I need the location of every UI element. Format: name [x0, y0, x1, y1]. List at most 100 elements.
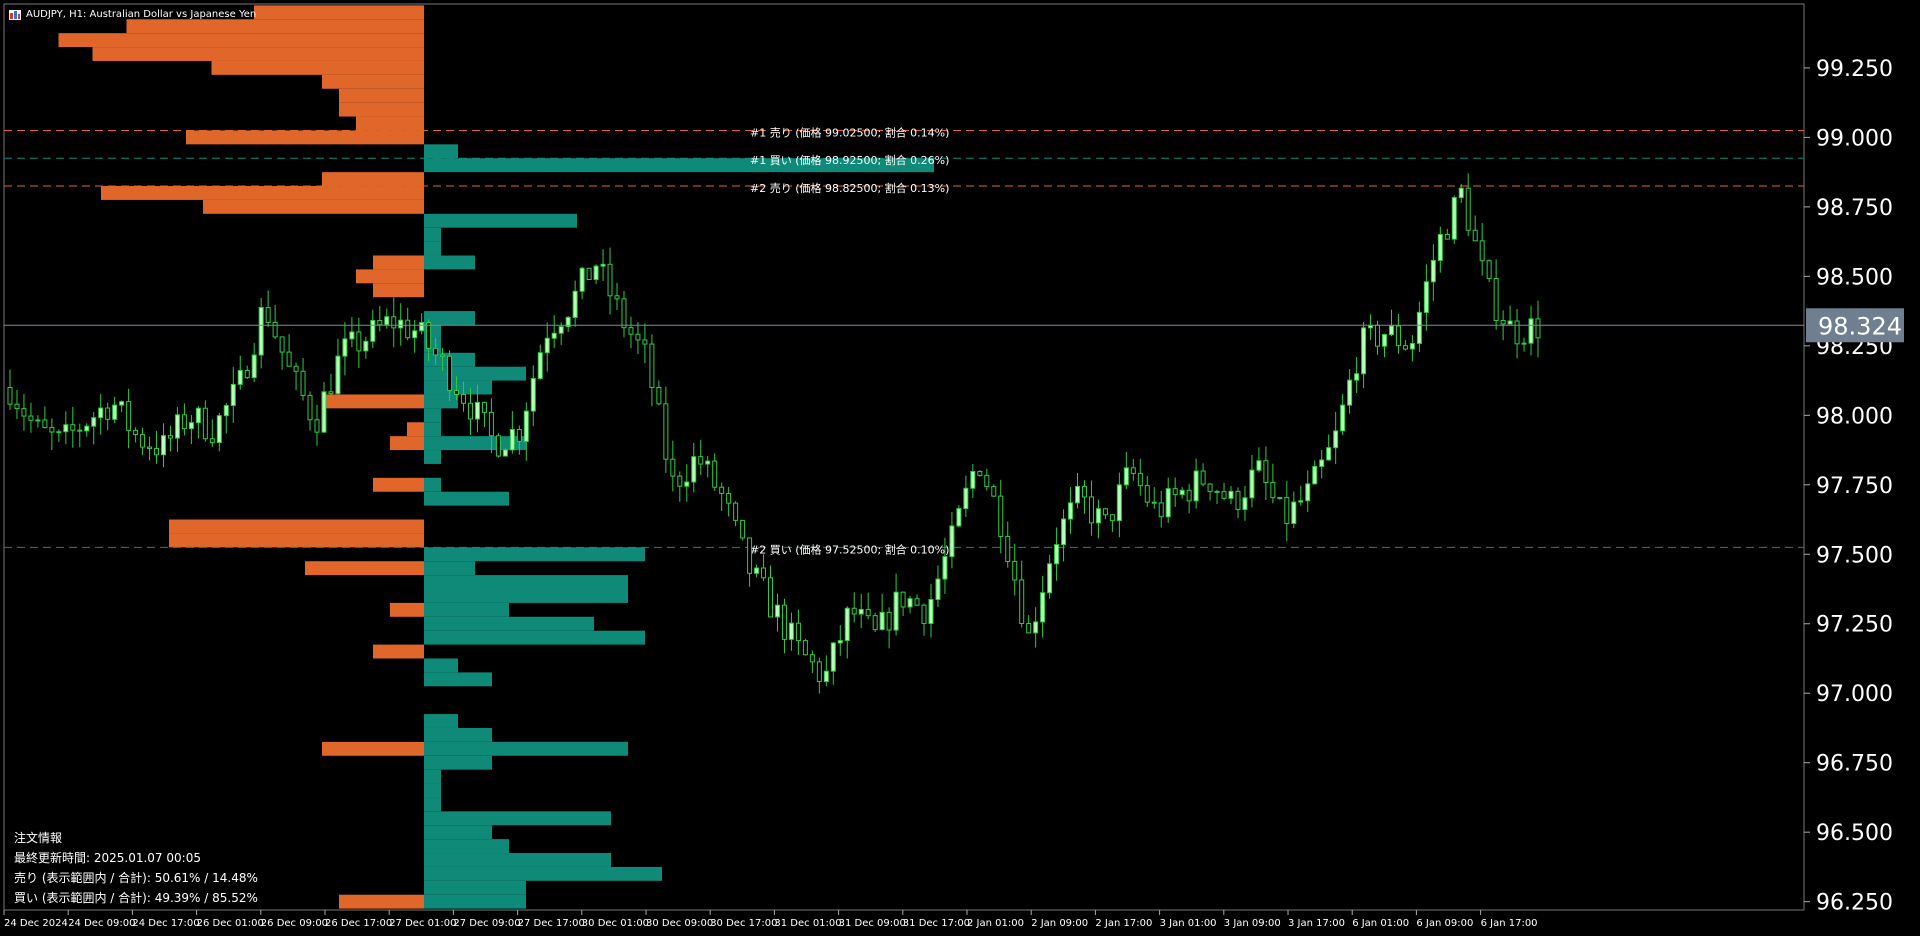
candle-body	[1130, 467, 1136, 474]
candle-body	[886, 611, 892, 631]
buy-profile-bar	[424, 866, 662, 881]
candle-body	[286, 351, 292, 367]
candle-body	[251, 354, 257, 379]
x-tick-label: 27 Dec 09:00	[453, 918, 520, 929]
y-tick-label: 96.250	[1816, 891, 1893, 916]
candle-body	[1388, 325, 1394, 336]
candle-body	[1088, 496, 1094, 524]
candle-body	[1402, 345, 1408, 350]
buy-profile-bar	[424, 853, 611, 867]
current-price-label: 98.324	[1818, 312, 1902, 340]
candle-body	[1075, 485, 1081, 504]
sell-profile-bar	[373, 644, 424, 659]
candle-body	[830, 642, 836, 672]
x-tick-label: 2 Jan 17:00	[1095, 918, 1152, 929]
x-tick-label: 24 Dec 17:00	[132, 918, 199, 929]
candle-body	[244, 369, 250, 379]
candle-body	[621, 298, 627, 329]
candle-body	[1165, 488, 1171, 518]
candle-body	[1193, 470, 1199, 502]
sell-profile-bar	[126, 19, 424, 34]
buy-profile-bar	[424, 880, 526, 895]
candle-body	[719, 486, 725, 494]
candle-body	[858, 608, 864, 615]
sell-profile-bar	[356, 116, 424, 131]
y-tick-label: 99.000	[1816, 126, 1893, 151]
candle-body	[119, 401, 125, 406]
candle-body	[1479, 240, 1485, 262]
candle-body	[21, 408, 27, 417]
candle-body	[63, 424, 69, 433]
candle-body	[1486, 260, 1492, 280]
candle-body	[956, 508, 962, 527]
sell-profile-bar	[373, 477, 424, 492]
sell-profile-bar	[186, 130, 424, 145]
buy-profile-bar	[424, 602, 509, 617]
candle-body	[426, 322, 432, 349]
price-chart[interactable]: #1 売り (価格 99.02500; 割合 0.14%) #1 買い (価格 9…	[0, 0, 1920, 936]
x-tick-label: 2 Jan 09:00	[1031, 918, 1088, 929]
candle-body	[154, 447, 160, 456]
sell-profile-bar	[211, 60, 424, 75]
candle-body	[356, 331, 362, 352]
candle-body	[1354, 373, 1360, 381]
candle-body	[488, 411, 494, 437]
candle-body	[98, 407, 104, 419]
candle-body	[1081, 485, 1087, 498]
candle-body	[1277, 497, 1283, 500]
candle-body	[502, 449, 508, 457]
candle-body	[35, 419, 41, 422]
candle-body	[105, 407, 111, 420]
candle-body	[419, 322, 425, 332]
candle-body	[1033, 621, 1039, 634]
candle-body	[649, 343, 655, 388]
candle-body	[726, 492, 732, 504]
buy-profile-bar	[424, 408, 441, 423]
buy-profile-bar	[424, 575, 628, 590]
candle-body	[551, 332, 557, 339]
candle-body	[167, 435, 173, 439]
candle-body	[774, 604, 780, 618]
candle-body	[272, 321, 278, 338]
candle-body	[1409, 343, 1415, 350]
candle-body	[733, 502, 739, 521]
candle-body	[1047, 563, 1053, 594]
candle-body	[1186, 489, 1192, 502]
y-tick-label: 96.750	[1816, 752, 1893, 777]
candle-body	[698, 456, 704, 465]
candle-body	[1521, 342, 1527, 345]
candle-body	[321, 391, 327, 433]
candle-body	[1054, 544, 1060, 565]
x-tick-label: 6 Jan 17:00	[1481, 918, 1538, 929]
buy-profile-bar	[424, 825, 492, 840]
sell-profile-bar	[356, 269, 424, 284]
candle-body	[1123, 467, 1129, 486]
buy-profile-bar	[424, 769, 441, 784]
candle-body	[230, 383, 236, 407]
candle-body	[677, 475, 683, 487]
candle-body	[1102, 508, 1108, 516]
candle-body	[935, 578, 941, 601]
candle-body	[349, 331, 355, 340]
candle-body	[544, 337, 550, 354]
candle-body	[1312, 465, 1318, 485]
sell-profile-bar	[322, 74, 424, 89]
candle-body	[1437, 233, 1443, 261]
candle-body	[202, 407, 208, 440]
candle-body	[335, 355, 341, 395]
candle-body	[70, 424, 76, 431]
buy-profile-bar	[424, 811, 611, 826]
candle-body	[1423, 281, 1429, 313]
sell-profile-bar	[407, 422, 424, 437]
order-level-label: #2 売り (価格 98.82500; 割合 0.13%)	[750, 181, 949, 195]
candle-body	[209, 438, 215, 444]
sell-profile-bar	[390, 602, 424, 617]
chart-window-icon	[9, 10, 21, 20]
x-tick-label: 26 Dec 17:00	[325, 918, 392, 929]
candle-body	[391, 316, 397, 329]
candle-body	[1242, 497, 1248, 511]
candle-body	[816, 661, 822, 683]
candle-body	[223, 405, 229, 417]
candle-body	[1333, 430, 1339, 449]
x-tick-label: 2 Jan 01:00	[967, 918, 1024, 929]
